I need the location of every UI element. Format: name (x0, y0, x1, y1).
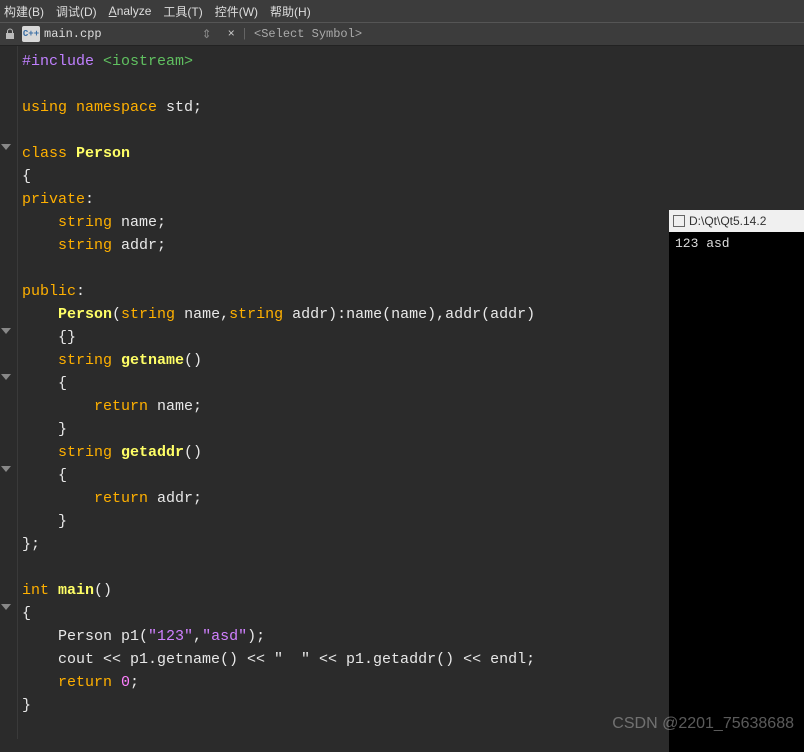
code-token: return (94, 398, 157, 415)
code-token: ; (157, 237, 166, 254)
watermark: CSDN @2201_75638688 (612, 715, 794, 733)
code-token: private (22, 191, 85, 208)
fold-marker-icon[interactable] (1, 374, 11, 380)
code-token: ; (193, 99, 202, 116)
file-dropdown-icon[interactable]: ⇕ (202, 27, 222, 42)
code-token (22, 398, 94, 415)
code-token: } (22, 697, 31, 714)
code-token: string (229, 306, 292, 323)
cpp-file-icon: C++ (22, 26, 40, 42)
fold-marker-icon[interactable] (1, 466, 11, 472)
code-token: string (22, 444, 121, 461)
code-token: std (166, 99, 193, 116)
filename-label[interactable]: main.cpp (44, 27, 202, 41)
menu-bar: 构建(B) 调试(D) Analyze 工具(T) 控件(W) 帮助(H) (0, 0, 804, 22)
code-token: addr):name(name),addr(addr) (292, 306, 535, 323)
code-token: ; (157, 214, 166, 231)
code-token: class (22, 145, 76, 162)
code-token: Person p1( (22, 628, 148, 645)
main-area: #include <iostream> using namespace std;… (0, 46, 804, 739)
menu-build[interactable]: 构建(B) (4, 3, 44, 20)
fold-marker-icon[interactable] (1, 604, 11, 610)
code-token: name (121, 214, 157, 231)
code-token: namespace (76, 99, 166, 116)
code-token: ; (130, 674, 139, 691)
code-token: name; (157, 398, 202, 415)
code-token: return (94, 490, 157, 507)
code-token: "asd" (202, 628, 247, 645)
code-token: <iostream> (103, 53, 193, 70)
code-token: main (58, 582, 94, 599)
code-token: #include (22, 53, 103, 70)
code-token: return (58, 674, 121, 691)
menu-widgets[interactable]: 控件(W) (215, 3, 258, 20)
code-token: { (22, 375, 67, 392)
code-token: string (121, 306, 184, 323)
toolbar-separator: | (241, 27, 248, 41)
code-token: using (22, 99, 76, 116)
code-token: () (184, 444, 202, 461)
code-token: } (22, 421, 67, 438)
console-app-icon (673, 215, 685, 227)
code-token: Person (58, 306, 112, 323)
code-token: public (22, 283, 76, 300)
code-token: }; (22, 536, 40, 553)
code-token: () (94, 582, 112, 599)
code-token: ); (247, 628, 265, 645)
code-token (22, 490, 94, 507)
menu-tools[interactable]: 工具(T) (163, 3, 202, 20)
code-token: 0 (121, 674, 130, 691)
code-token: addr; (157, 490, 202, 507)
code-token: string (22, 352, 121, 369)
code-token: getname (121, 352, 184, 369)
code-token: {} (22, 329, 76, 346)
code-token: addr (121, 237, 157, 254)
lock-icon[interactable] (2, 28, 18, 40)
code-token: ( (112, 306, 121, 323)
close-icon[interactable]: × (222, 27, 241, 41)
code-token: cout << p1.getname() << " " << p1.getadd… (22, 651, 535, 668)
console-output: 123 asd (669, 232, 804, 752)
code-token: { (22, 605, 31, 622)
code-token: string (22, 214, 121, 231)
code-token (22, 674, 58, 691)
code-token: int (22, 582, 58, 599)
fold-marker-icon[interactable] (1, 328, 11, 334)
code-token: "123" (148, 628, 193, 645)
code-token: , (193, 628, 202, 645)
symbol-selector[interactable]: <Select Symbol> (248, 27, 362, 41)
code-token: getaddr (121, 444, 184, 461)
console-title-text: D:\Qt\Qt5.14.2 (689, 214, 766, 228)
editor-toolbar: C++ main.cpp ⇕ × | <Select Symbol> (0, 22, 804, 46)
fold-marker-icon[interactable] (1, 144, 11, 150)
menu-debug[interactable]: 调试(D) (56, 3, 97, 20)
code-token: : (85, 191, 94, 208)
code-token: } (22, 513, 67, 530)
code-token: Person (76, 145, 130, 162)
menu-help[interactable]: 帮助(H) (270, 3, 311, 20)
menu-analyze[interactable]: Analyze (109, 4, 152, 18)
code-token (22, 306, 58, 323)
code-token: { (22, 168, 31, 185)
fold-gutter[interactable] (0, 46, 18, 739)
console-titlebar[interactable]: D:\Qt\Qt5.14.2 (669, 210, 804, 232)
code-token: name, (184, 306, 229, 323)
code-token: : (76, 283, 85, 300)
console-window: D:\Qt\Qt5.14.2 123 asd (669, 210, 804, 752)
code-token: { (22, 467, 67, 484)
code-token: () (184, 352, 202, 369)
code-token: string (22, 237, 121, 254)
